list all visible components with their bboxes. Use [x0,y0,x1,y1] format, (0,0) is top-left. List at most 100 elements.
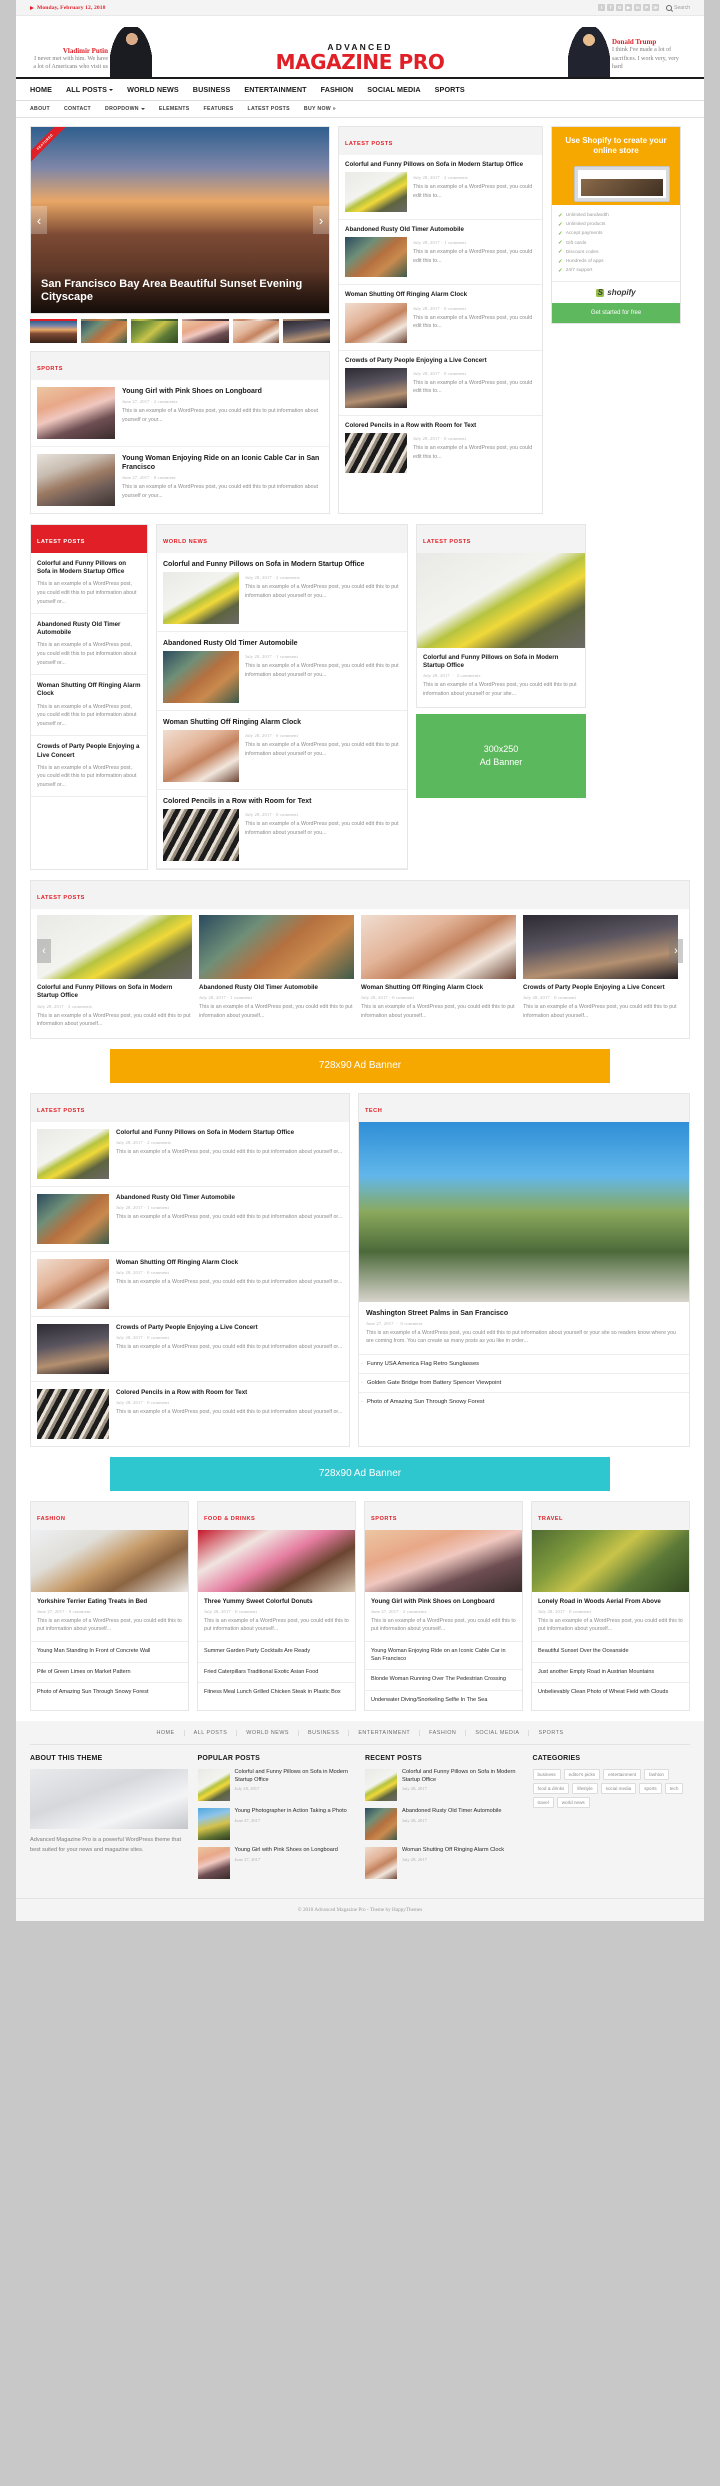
post-title[interactable]: Colorful and Funny Pillows on Sofa in Mo… [163,560,401,569]
post-title[interactable]: Colorful and Funny Pillows on Sofa in Mo… [37,984,192,1000]
slider-thumbnail[interactable] [232,319,280,343]
footer-nav-item[interactable]: WORLD NEWS [237,1730,300,1737]
site-logo[interactable]: ADVANCED MAGAZINE PRO [276,42,445,77]
category-list-item[interactable]: Summer Garden Party Cocktails Are Ready [198,1641,355,1662]
post-thumbnail[interactable] [163,651,239,704]
post-title[interactable]: Woman Shutting Off Ringing Alarm Clock [37,682,141,698]
post-thumbnail[interactable] [163,572,239,625]
slider-thumbnail[interactable] [182,319,229,343]
footer-nav-item[interactable]: ALL POSTS [185,1730,238,1737]
footer-nav-item[interactable]: HOME [147,1730,185,1737]
carousel-prev-button[interactable]: ‹ [37,939,51,964]
post-title[interactable]: Colored Pencils in a Row with Room for T… [345,422,536,430]
category-tag[interactable]: world news [556,1797,590,1809]
nav-item-fashion[interactable]: FASHION [314,79,361,100]
post-title[interactable]: Woman Shutting Off Ringing Alarm Clock [116,1259,342,1267]
subnav-item-dropdown[interactable]: DROPDOWN [98,101,152,117]
shopify-cta-button[interactable]: Get started for free [552,303,680,324]
post-thumbnail[interactable] [37,1128,109,1179]
post-thumbnail[interactable] [37,454,115,506]
post-title[interactable]: Colorful and Funny Pillows on Sofa in Mo… [37,560,141,576]
post-thumbnail[interactable] [163,730,239,783]
post-title[interactable]: Yorkshire Terrier Eating Treats in Bed [37,1598,182,1606]
post-title[interactable]: Crowds of Party People Enjoying a Live C… [523,984,678,992]
category-tag[interactable]: food & drinks [532,1783,570,1795]
post-thumbnail[interactable] [345,237,407,278]
category-feature-image[interactable] [198,1529,355,1592]
category-tag[interactable]: entertainment [603,1769,642,1781]
post-title[interactable]: Young Photographer in Action Taking a Ph… [235,1808,347,1816]
post-title[interactable]: Young Girl with Pink Shoes on Longboard [235,1847,338,1855]
youtube-icon[interactable]: ▶ [625,4,633,11]
post-thumbnail[interactable] [199,915,354,980]
tech-feature-title[interactable]: Washington Street Palms in San Francisco [366,1309,682,1318]
post-title[interactable]: Young Girl with Pink Shoes on Longboard [122,387,323,396]
post-title[interactable]: Crowds of Party People Enjoying a Live C… [116,1324,342,1332]
category-tag[interactable]: travel [532,1797,554,1809]
slider-thumbnail[interactable] [283,319,331,343]
ad-300x250[interactable]: 300x250 Ad Banner [416,713,586,798]
subnav-item-about[interactable]: ABOUT [30,101,57,117]
nav-item-entertainment[interactable]: ENTERTAINMENT [237,79,313,100]
tech-list-item[interactable]: · Funny USA America Flag Retro Sunglasses [359,1353,689,1373]
footer-nav-item[interactable]: SOCIAL MEDIA [466,1730,530,1737]
subnav-item-elements[interactable]: ELEMENTS [152,101,197,117]
category-list-item[interactable]: Young Woman Enjoying Ride on an Iconic C… [365,1641,522,1669]
category-feature-image[interactable] [31,1529,188,1592]
post-title[interactable]: Woman Shutting Off Ringing Alarm Clock [402,1847,504,1855]
category-tag[interactable]: social media [600,1783,637,1795]
post-title[interactable]: Abandoned Rusty Old Timer Automobile [402,1808,502,1816]
slider-thumbnail[interactable] [80,319,128,343]
category-list-item[interactable]: Young Man Standing In Front of Concrete … [31,1641,188,1662]
pinterest-icon[interactable]: P [643,4,651,11]
post-thumbnail[interactable] [345,432,407,473]
category-list-item[interactable]: Unbelievably Clean Photo of Wheat Field … [532,1682,689,1703]
post-title[interactable]: Abandoned Rusty Old Timer Automobile [345,226,536,234]
category-list-item[interactable]: Pile of Green Limes on Market Pattern [31,1661,188,1683]
category-tag[interactable]: business [532,1769,561,1781]
column-right-feature-title[interactable]: Colorful and Funny Pillows on Sofa in Mo… [423,654,579,670]
category-list-item[interactable]: Fried Caterpillars Traditional Exotic As… [198,1661,355,1683]
slider-thumbnails[interactable] [30,319,331,343]
slider-thumbnail[interactable] [30,319,77,343]
post-thumbnail[interactable] [345,302,407,343]
carousel-next-button[interactable]: › [669,939,683,964]
category-list-item[interactable]: Just another Empty Road in Austrian Moun… [532,1661,689,1683]
post-thumbnail[interactable] [365,1808,397,1841]
linkedin-icon[interactable]: in [634,4,642,11]
post-title[interactable]: Crowds of Party People Enjoying a Live C… [345,357,536,365]
post-title[interactable]: Colorful and Funny Pillows on Sofa in Mo… [116,1129,342,1137]
post-title[interactable]: Colored Pencils in a Row with Room for T… [116,1389,342,1397]
nav-item-sports[interactable]: SPORTS [428,79,472,100]
footer-nav-item[interactable]: ENTERTAINMENT [349,1730,421,1737]
footer-nav-item[interactable]: FASHION [420,1730,467,1737]
nav-item-social-media[interactable]: SOCIAL MEDIA [360,79,427,100]
post-thumbnail[interactable] [361,915,516,980]
subnav-item-latest-posts[interactable]: LATEST POSTS [240,101,296,117]
post-thumbnail[interactable] [197,1847,230,1880]
category-list-item[interactable]: Fitness Meal Lunch Grilled Chicken Steak… [198,1682,355,1703]
facebook-icon[interactable]: f [607,4,615,11]
post-thumbnail[interactable] [197,1769,230,1802]
post-title[interactable]: Colorful and Funny Pillows on Sofa in Mo… [235,1769,356,1784]
slider-next-button[interactable]: › [313,206,329,234]
ad-728x90-teal[interactable]: 728x90 Ad Banner [110,1456,610,1491]
post-title[interactable]: Abandoned Rusty Old Timer Automobile [116,1194,342,1202]
twitter-icon[interactable]: t [598,4,606,11]
slider-thumbnail[interactable] [131,319,179,343]
post-title[interactable]: Three Yummy Sweet Colorful Donuts [204,1598,349,1606]
category-tag[interactable]: editor's picks [563,1769,601,1781]
footer-nav-item[interactable]: SPORTS [529,1730,572,1736]
nav-item-world-news[interactable]: WORLD NEWS [120,79,186,100]
featured-slider[interactable]: FEATURED ‹ › San Francisco Bay Area Beau… [30,126,330,314]
post-thumbnail[interactable] [345,367,407,408]
post-title[interactable]: Colorful and Funny Pillows on Sofa in Mo… [345,161,536,169]
footer-nav-item[interactable]: BUSINESS [299,1730,350,1737]
post-title[interactable]: Colored Pencils in a Row with Room for T… [163,797,401,806]
category-tag[interactable]: fashion [644,1769,669,1781]
post-thumbnail[interactable] [163,809,239,862]
category-feature-image[interactable] [365,1529,522,1592]
post-thumbnail[interactable] [37,1193,109,1244]
post-thumbnail[interactable] [37,1258,109,1309]
post-thumbnail[interactable] [37,1323,109,1374]
